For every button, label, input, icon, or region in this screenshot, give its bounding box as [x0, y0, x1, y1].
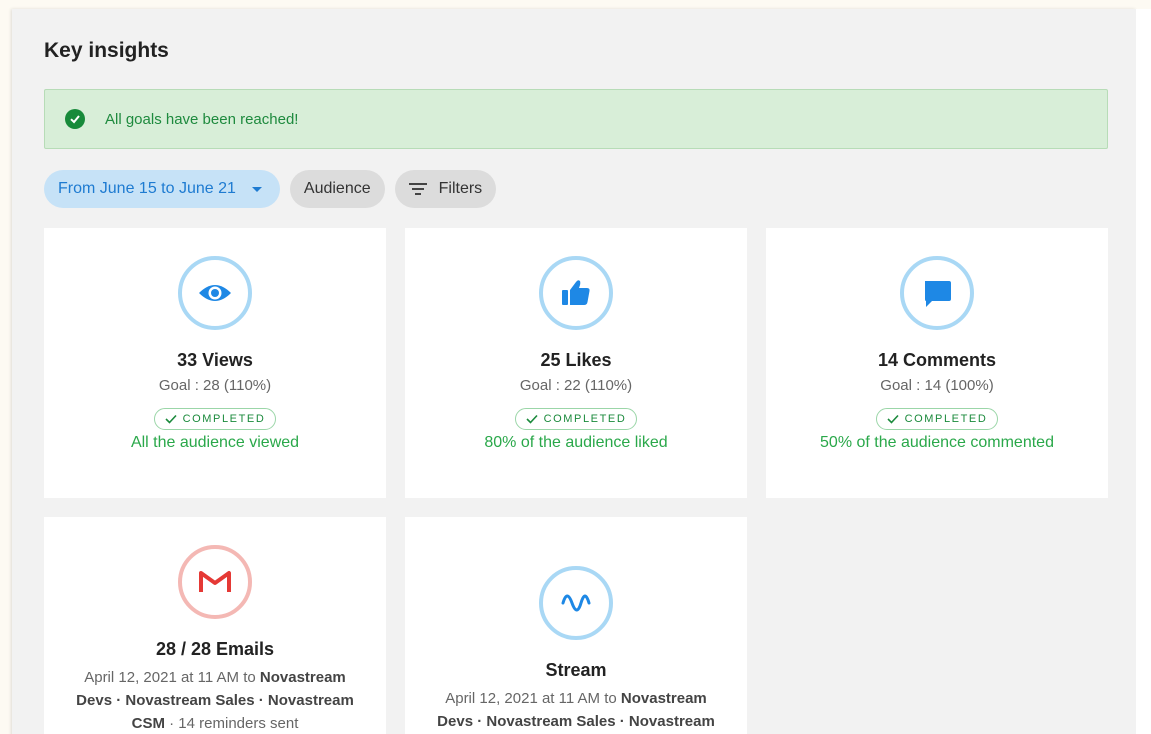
card-goal: Goal : 14 (100%) [880, 377, 994, 394]
banner-message: All goals have been reached! [105, 110, 299, 128]
right-edge [1136, 9, 1151, 734]
card-subtitle: 50% of the audience commented [820, 434, 1054, 451]
stream-card[interactable]: Stream April 12, 2021 at 11 AM to Novast… [405, 517, 747, 734]
card-goal: Goal : 28 (110%) [158, 377, 272, 394]
card-title: Stream [545, 660, 607, 680]
badge-label: COMPLETED [182, 413, 266, 425]
date-range-chip[interactable]: From June 15 to June 21 [44, 170, 280, 208]
card-subtitle: 80% of the audience liked [484, 434, 668, 451]
filters-chip[interactable]: Filters [394, 170, 497, 208]
likes-card[interactable]: 25 Likes Goal : 22 (110%) COMPLETED 80% … [405, 228, 747, 498]
badge-label: COMPLETED [543, 413, 627, 425]
filters-label: Filters [438, 180, 483, 197]
filter-chips: From June 15 to June 21 Audience Filters [44, 170, 497, 208]
comment-icon [900, 256, 974, 330]
success-banner: All goals have been reached! [44, 89, 1108, 149]
wave-icon [539, 566, 613, 640]
card-title: 14 Comments [877, 350, 997, 370]
card-subtitle: All the audience viewed [130, 434, 300, 451]
eye-icon [178, 256, 252, 330]
emails-card[interactable]: 28 / 28 Emails April 12, 2021 at 11 AM t… [44, 517, 386, 734]
card-title: 25 Likes [540, 350, 612, 370]
thumbs-up-icon [539, 256, 613, 330]
views-card[interactable]: 33 Views Goal : 28 (110%) COMPLETED All … [44, 228, 386, 498]
badge-label: COMPLETED [904, 413, 988, 425]
completed-badge: COMPLETED [514, 408, 638, 430]
card-title: 33 Views [177, 350, 253, 370]
filter-icon [408, 183, 427, 195]
insights-panel: Key insights All goals have been reached… [12, 9, 1136, 734]
audience-chip[interactable]: Audience [289, 170, 385, 208]
check-icon [886, 414, 899, 424]
comments-card[interactable]: 14 Comments Goal : 14 (100%) COMPLETED 5… [766, 228, 1108, 498]
card-description: April 12, 2021 at 11 AM to Novastream De… [76, 669, 354, 732]
check-icon [164, 414, 177, 424]
date-range-label: From June 15 to June 21 [58, 180, 236, 197]
card-goal: Goal : 22 (110%) [519, 377, 633, 394]
check-icon [525, 414, 538, 424]
gmail-icon [178, 545, 252, 619]
audience-label: Audience [303, 180, 371, 197]
completed-badge: COMPLETED [875, 408, 999, 430]
card-description: April 12, 2021 at 11 AM to Novastream De… [437, 690, 715, 730]
chevron-down-icon [251, 186, 262, 192]
card-title: 28 / 28 Emails [155, 639, 275, 659]
check-circle-icon [65, 109, 85, 129]
completed-badge: COMPLETED [153, 408, 277, 430]
page-title: Key insights [44, 39, 169, 62]
